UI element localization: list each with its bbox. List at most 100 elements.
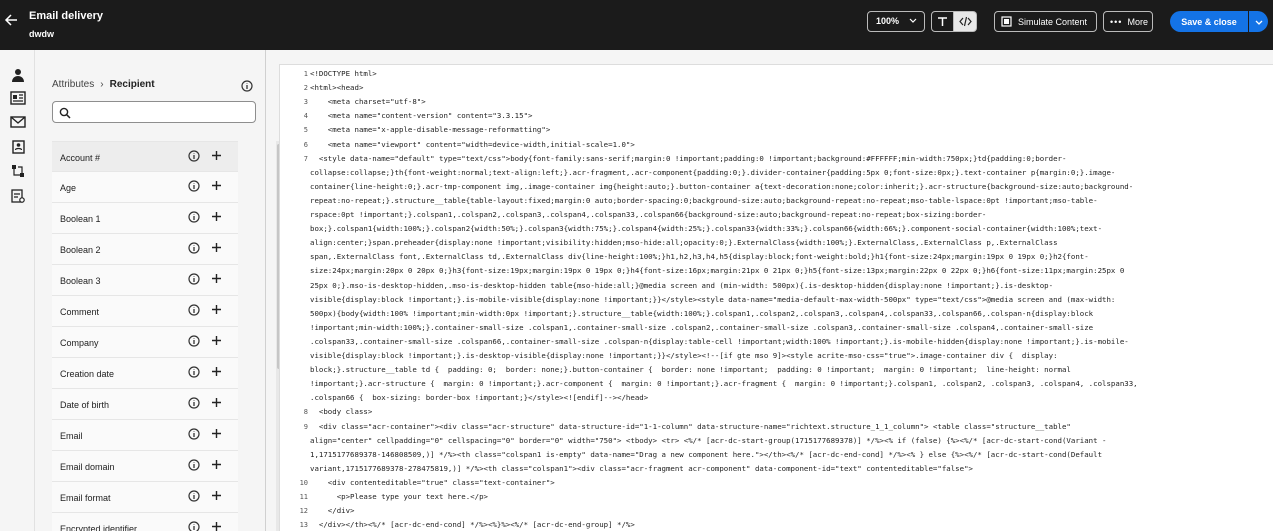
info-icon[interactable] — [188, 428, 200, 442]
code-line[interactable]: <div contenteditable="true" class="text-… — [310, 478, 555, 488]
code-line[interactable]: repeat:no-repeat;}.structure__table{tabl… — [310, 196, 1098, 206]
list-item[interactable]: Encrypted identifier — [52, 513, 238, 531]
code-mode-button[interactable] — [954, 11, 977, 32]
add-icon[interactable] — [211, 304, 222, 317]
code-line[interactable]: <meta name="x-apple-disable-message-refo… — [310, 125, 550, 135]
code-line[interactable]: <body class> — [310, 407, 372, 417]
more-dots-icon: ••• — [1110, 16, 1123, 27]
code-line[interactable]: <p>Please type your text here.</p> — [310, 492, 488, 502]
back-arrow-icon[interactable] — [4, 13, 22, 31]
simulate-content-button[interactable]: Simulate Content — [994, 11, 1097, 32]
list-item[interactable]: Email format — [52, 482, 238, 513]
add-icon[interactable] — [211, 397, 222, 410]
add-icon[interactable] — [211, 459, 222, 472]
info-icon[interactable] — [188, 490, 200, 504]
info-icon[interactable] — [188, 150, 200, 164]
list-item[interactable]: Comment — [52, 296, 238, 327]
list-item[interactable]: Creation date — [52, 358, 238, 389]
list-item[interactable]: Email — [52, 420, 238, 451]
add-icon[interactable] — [211, 428, 222, 441]
add-icon[interactable] — [211, 150, 222, 163]
info-icon[interactable] — [241, 79, 253, 97]
add-icon[interactable] — [211, 273, 222, 286]
list-item[interactable]: Boolean 2 — [52, 234, 238, 265]
document-settings-icon[interactable] — [8, 186, 28, 206]
code-line[interactable]: !important;min-width:100%;}.container-sm… — [310, 323, 1093, 333]
search-input[interactable] — [52, 101, 256, 123]
add-icon[interactable] — [211, 211, 222, 224]
info-icon[interactable] — [188, 242, 200, 256]
add-icon[interactable] — [211, 366, 222, 379]
code-line[interactable]: .colspan66 { box-sizing: border-box !imp… — [310, 393, 648, 403]
envelope-icon[interactable] — [8, 112, 28, 132]
list-item[interactable]: Date of birth — [52, 389, 238, 420]
info-icon[interactable] — [188, 211, 200, 225]
line-number: 10 — [299, 478, 308, 487]
code-line[interactable]: <!DOCTYPE html> — [310, 69, 377, 79]
code-line[interactable]: .colspan33,.container-small-size .colspa… — [310, 337, 1129, 347]
info-icon[interactable] — [188, 521, 200, 531]
code-line[interactable]: size:24px;margin:20px 0 20px 0;}h3{font-… — [310, 266, 1124, 276]
more-button[interactable]: ••• More — [1103, 11, 1153, 32]
breadcrumb-attributes[interactable]: Attributes — [52, 79, 94, 90]
code-line[interactable]: <meta name="viewport" content="width=dev… — [310, 140, 635, 150]
code-line[interactable]: <style data-name="default" type="text/cs… — [310, 154, 1067, 164]
attribute-label: Date of birth — [60, 400, 110, 410]
chevron-down-icon — [909, 16, 917, 26]
add-icon[interactable] — [211, 242, 222, 255]
add-icon[interactable] — [211, 490, 222, 503]
attribute-label: Creation date — [60, 369, 115, 379]
code-line[interactable]: rspace:0pt !important;}.colspan1,.colspa… — [310, 210, 986, 220]
code-line[interactable]: collapse:collapse;}th{font-weight:normal… — [310, 168, 1115, 178]
info-icon[interactable] — [188, 459, 200, 473]
code-line[interactable]: box;}.colspan1{width:100%;}.colspan2{wid… — [310, 224, 1102, 234]
info-icon[interactable] — [188, 397, 200, 411]
code-line[interactable]: <div class="acr-container"><div class="a… — [310, 422, 1071, 432]
contact-book-icon[interactable] — [8, 137, 28, 157]
list-item[interactable]: Age — [52, 172, 238, 203]
attribute-label: Email — [60, 431, 83, 441]
code-line[interactable]: 25px 0;}.mso-is-desktop-hidden,.mso-is-d… — [310, 281, 1053, 291]
code-line[interactable]: <meta name="content-version" content="3.… — [310, 111, 533, 121]
code-line[interactable]: visible{display:block !important;}.is-mo… — [310, 295, 1115, 305]
save-close-button[interactable]: Save & close — [1170, 11, 1248, 32]
list-item[interactable]: Account # — [52, 141, 238, 172]
info-icon[interactable] — [188, 273, 200, 287]
list-item[interactable]: Boolean 1 — [52, 203, 238, 234]
info-icon[interactable] — [188, 180, 200, 194]
code-editor[interactable]: 1 2 3 4 5 6 7 8 9 10 11 12 13 <!DOCTYPE html> <html><… — [279, 64, 1273, 531]
code-line[interactable]: 1,1715177689378-146808509,)] */%><th cla… — [310, 450, 1102, 460]
code-line[interactable]: </div> — [310, 506, 355, 516]
info-icon[interactable] — [188, 335, 200, 349]
info-icon[interactable] — [188, 366, 200, 380]
code-line[interactable]: block;}.structure__table td { padding: 0… — [310, 365, 1071, 375]
code-line[interactable]: align:center;}span.preheader{display:non… — [310, 238, 1058, 248]
add-icon[interactable] — [211, 180, 222, 193]
line-number: 3 — [303, 98, 308, 107]
code-line[interactable]: !important;}.acr-structure { margin: 0 !… — [310, 379, 1138, 389]
profile-card-icon[interactable] — [8, 88, 28, 108]
code-line[interactable]: visible{display:block !important;}.is-de… — [310, 351, 1058, 361]
list-item[interactable]: Company — [52, 327, 238, 358]
text-icon — [938, 17, 947, 26]
code-line[interactable]: align="center" cellpadding="0" cellspaci… — [310, 436, 1106, 446]
attribute-label: Email format — [60, 493, 111, 503]
code-line[interactable]: span,.ExternalClass font,.ExternalClass … — [310, 252, 1089, 262]
save-options-button[interactable] — [1249, 11, 1268, 32]
code-line[interactable]: </div></th><%/* [acr-dc-end-cond] */%><%… — [310, 520, 635, 530]
code-line[interactable]: <meta charset="utf-8"> — [310, 97, 426, 107]
list-item[interactable]: Boolean 3 — [52, 265, 238, 296]
text-mode-button[interactable] — [931, 11, 954, 32]
flow-icon[interactable] — [8, 161, 28, 181]
zoom-select[interactable]: 100% — [867, 11, 925, 32]
code-line[interactable]: container{line-height:0;}.acr-tmp-compon… — [310, 182, 1133, 192]
add-icon[interactable] — [211, 335, 222, 348]
info-icon[interactable] — [188, 304, 200, 318]
code-line[interactable]: <html><head> — [310, 83, 363, 93]
add-icon[interactable] — [211, 521, 222, 531]
list-item[interactable]: Email domain — [52, 451, 238, 482]
person-icon[interactable] — [5, 63, 31, 87]
code-line[interactable]: variant,1715177689378-278475819,)] */%><… — [310, 464, 973, 474]
attributes-panel: Attributes › Recipient Account # Age Boole… — [36, 50, 290, 531]
code-line[interactable]: 500px){body{width:100% !important;min-wi… — [310, 309, 1093, 319]
